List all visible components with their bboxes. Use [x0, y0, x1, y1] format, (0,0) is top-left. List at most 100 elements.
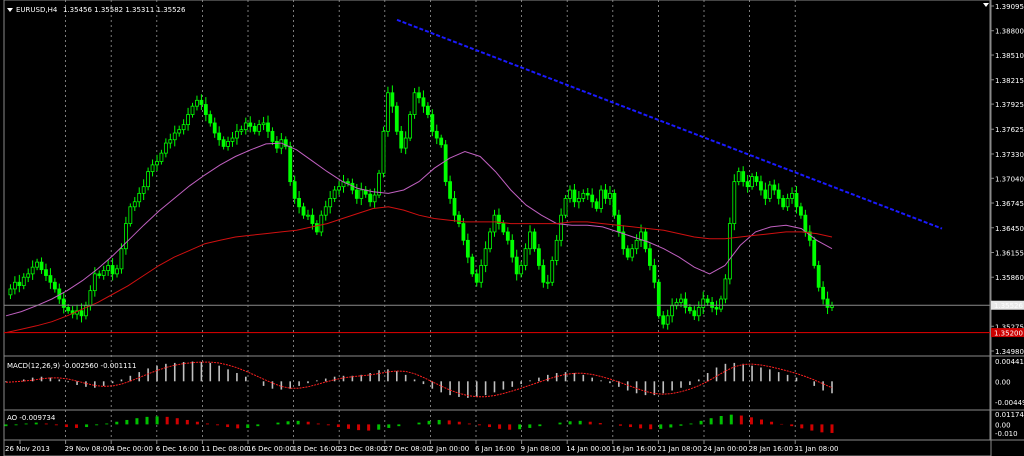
candle-body [39, 261, 44, 271]
candle-body [288, 146, 293, 183]
candle-body [297, 198, 301, 208]
candle-body [21, 276, 26, 287]
y-tick-label: 1.35860 [995, 274, 1024, 282]
candle-body [772, 184, 777, 191]
x-tick-label: 2 Jan 00:00 [429, 445, 469, 453]
candle-body [310, 214, 315, 224]
ohlc-values: 1.35456 1.35582 1.35311 1.35526 [63, 6, 186, 14]
candle-body [457, 214, 461, 224]
candle-body [585, 192, 590, 196]
candle-body [248, 122, 253, 127]
candle-body [110, 265, 115, 275]
candle-body [17, 281, 22, 287]
candle-body [505, 231, 510, 241]
candle-body [696, 307, 701, 317]
price-chart[interactable]: 1.39095 1.38800 1.38510 1.38215 1.37925 1.376… [0, 0, 1024, 456]
x-tick-label: 16 Jan 16:00 [612, 445, 656, 453]
macd-label: MACD(12,26,9) -0.002560 -0.001111 [7, 362, 136, 370]
x-tick-label: 9 Jan 08:00 [521, 445, 561, 453]
candle-body [79, 310, 84, 317]
x-tick-label: 6 Jan 16:00 [475, 445, 515, 453]
candle-body [679, 298, 683, 303]
candle-body [581, 192, 586, 199]
y-tick-label: 1.38215 [995, 77, 1024, 85]
x-tick-label: 14 Jan 00:00 [566, 445, 610, 453]
candle-body [474, 273, 479, 283]
candle-body [705, 298, 710, 303]
candle-body [261, 122, 266, 126]
candle-body [616, 214, 621, 233]
candle-body [443, 144, 448, 183]
candle-body [541, 265, 546, 283]
candle-body [812, 239, 817, 266]
candle-body [226, 141, 230, 147]
candle-body [421, 97, 426, 107]
symbol-menu-icon[interactable] [7, 8, 13, 12]
candle-body [727, 223, 732, 280]
candle-body [208, 114, 213, 124]
candle-body [448, 181, 452, 199]
candle-body [732, 181, 737, 224]
candle-body [252, 125, 257, 132]
candle-body [479, 265, 484, 283]
candle-body [61, 298, 66, 308]
scroll-arrow-icon[interactable] [983, 3, 989, 7]
candle-body [381, 130, 386, 174]
candle-body [683, 298, 688, 308]
candle-body [394, 105, 399, 132]
candle-body [532, 231, 537, 250]
x-tick-label: 26 Nov 2013 [5, 445, 50, 453]
candle-body [181, 124, 186, 131]
x-tick-label: 31 Jan 08:00 [794, 445, 838, 453]
candle-body [652, 265, 657, 283]
chart-window[interactable]: 1.39095 1.38800 1.38510 1.38215 1.37925 1.376… [0, 0, 1024, 456]
candle-body [510, 239, 515, 258]
candle-body [741, 171, 746, 183]
candle-body [221, 139, 226, 147]
candle-body [270, 130, 275, 142]
candle-body [425, 105, 430, 115]
candle-body [146, 171, 151, 188]
candle-body [124, 223, 128, 250]
y-tick-label: 0.011742 [995, 411, 1024, 419]
candle-body [750, 176, 754, 188]
candle-body [332, 189, 337, 199]
candle-body [243, 122, 248, 131]
candle-body [759, 181, 763, 191]
candle-body [172, 132, 177, 141]
candle-body [434, 130, 439, 139]
candle-body [785, 198, 790, 208]
candle-body [452, 198, 457, 216]
candle-body [92, 273, 97, 292]
candle-body [217, 132, 222, 141]
candle-body [235, 130, 239, 139]
candle-body [612, 192, 617, 216]
candle-body [594, 201, 599, 209]
candle-body [483, 248, 488, 266]
candle-body [523, 248, 528, 266]
y-tick-label: 1.36745 [995, 200, 1024, 208]
candle-body [528, 231, 532, 250]
chart-overlays [4, 18, 990, 334]
candle-body [257, 124, 262, 132]
candle-body [323, 206, 328, 216]
x-tick-label: 29 Nov 08:00 [65, 445, 112, 453]
candle-body [665, 315, 670, 325]
candle-body [630, 248, 635, 258]
x-tick-label: 24 Jan 00:00 [703, 445, 747, 453]
x-tick-label: 21 Jan 08:00 [657, 445, 701, 453]
candle-body [719, 298, 723, 310]
candle-body [763, 189, 768, 199]
candle-body [372, 194, 377, 203]
ma-fast-line [5, 142, 833, 317]
y-tick-label: 1.38510 [995, 52, 1024, 60]
candle-body [168, 139, 173, 144]
candle-body [821, 286, 826, 300]
candle-body [408, 114, 413, 139]
candle-body [825, 298, 830, 308]
x-tick-label: 23 Dec 08:00 [338, 445, 385, 453]
candle-body [790, 192, 794, 199]
candle-body [576, 198, 581, 203]
price-candles [8, 85, 834, 330]
candle-body [559, 214, 564, 241]
